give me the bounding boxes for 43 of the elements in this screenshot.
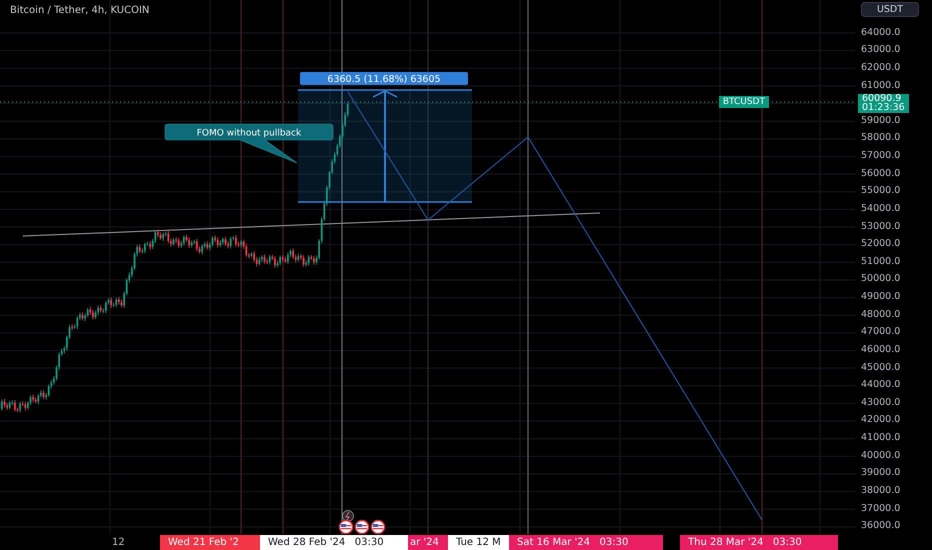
date-marker: Wed 21 Feb '2 <box>160 535 260 550</box>
price-label: 50000.0 <box>861 272 900 286</box>
callout-bubble: FOMO without pullback <box>164 124 334 164</box>
last-price-tag: 60090.9 01:23:36 <box>858 94 909 113</box>
price-label: 48000.0 <box>861 308 900 322</box>
date-marker: ar '24 <box>408 535 448 550</box>
price-label: 46000.0 <box>861 342 900 357</box>
price-label: 37000.0 <box>861 502 900 516</box>
price-label: 55000.0 <box>861 184 900 198</box>
price-label: 38000.0 <box>861 484 900 498</box>
price-label: 59000.0 <box>861 114 900 128</box>
date-marker: Sat 16 Mar '24 03:30 <box>509 535 663 550</box>
chart-title: Bitcoin / Tether, 4h, KUCOIN <box>10 4 150 18</box>
currency-button[interactable]: USDT <box>861 2 919 17</box>
date-marker: Thu 28 Mar '24 03:30 <box>680 535 838 550</box>
price-label: 40000.0 <box>861 448 900 463</box>
price-label: 56000.0 <box>861 166 900 181</box>
price-label: 63000.0 <box>861 43 900 58</box>
price-label: 43000.0 <box>861 396 900 410</box>
price-label: 61000.0 <box>861 78 900 93</box>
price-label: 52000.0 <box>861 237 900 252</box>
price-label: 44000.0 <box>861 378 900 392</box>
price-label: 64000.0 <box>861 26 900 40</box>
price-label: 45000.0 <box>861 360 900 375</box>
price-label: 53000.0 <box>861 220 900 234</box>
price-label: 62000.0 <box>861 60 900 75</box>
flag-icon[interactable] <box>338 520 354 534</box>
flag-icon[interactable] <box>370 520 386 534</box>
price-label: 41000.0 <box>861 431 900 446</box>
measurement-label: 6360.5 (11.68%) 63605 <box>300 72 468 85</box>
price-label: 39000.0 <box>861 466 900 480</box>
price-label: 47000.0 <box>861 325 900 340</box>
time-label: 12 <box>111 536 126 550</box>
flag-icon[interactable] <box>354 520 370 534</box>
symbol-tag: BTCUSDT <box>718 96 769 108</box>
price-label: 58000.0 <box>861 131 900 146</box>
price-label: 49000.0 <box>861 290 900 304</box>
price-label: 51000.0 <box>861 254 900 269</box>
price-label: 57000.0 <box>861 149 900 164</box>
cursor-date-label: Tue 12 M <box>448 535 509 550</box>
price-label: 54000.0 <box>861 202 900 216</box>
price-label: 36000.0 <box>861 519 900 534</box>
price-label: 42000.0 <box>861 413 900 428</box>
